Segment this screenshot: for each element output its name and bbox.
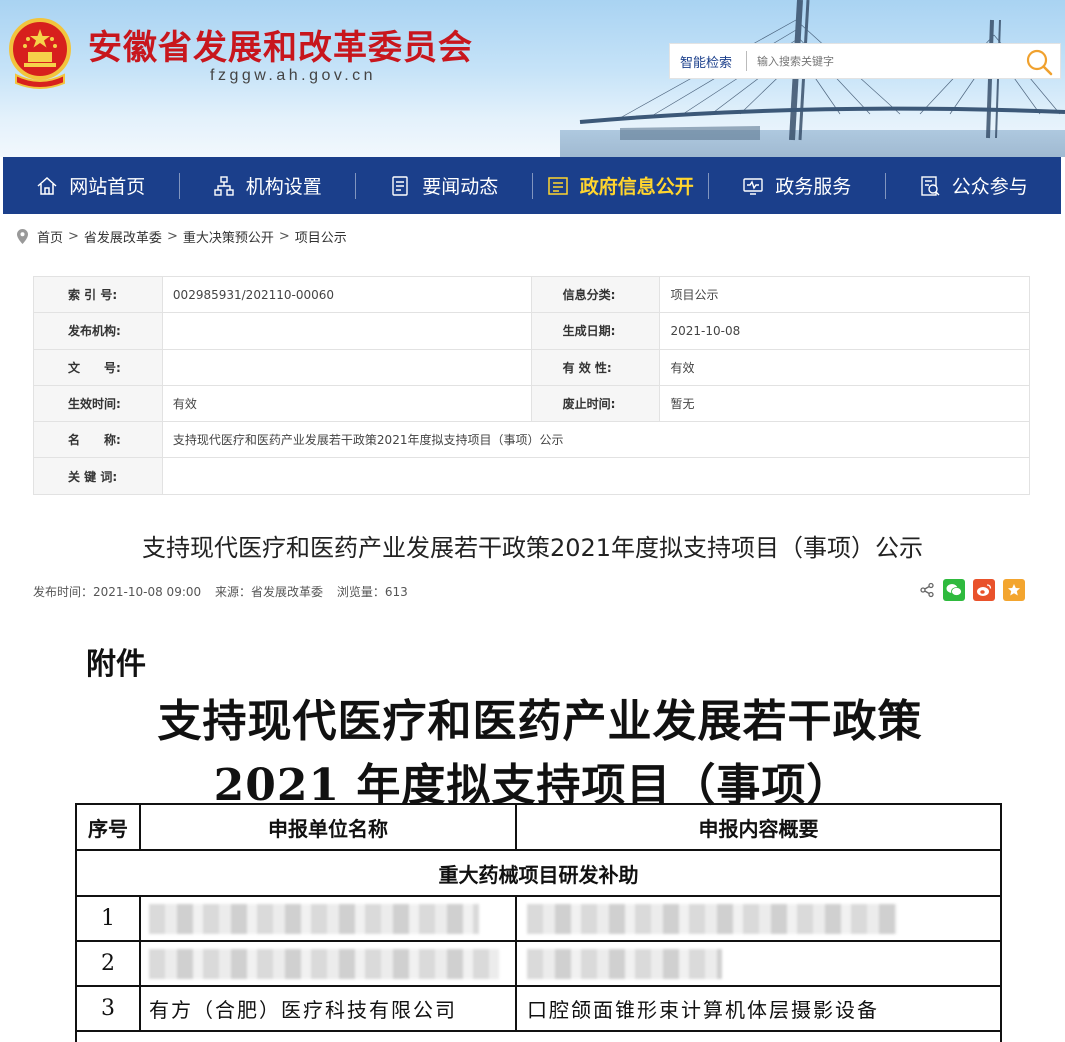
participation-icon <box>921 175 940 196</box>
nav-label: 网站首页 <box>69 176 146 198</box>
meta-value: 2021-10-08 <box>659 312 1030 350</box>
attachment-title-line1: 支持现代医疗和医药产业发展若干政策 <box>157 696 923 747</box>
view-count: 浏览量：613 <box>336 585 408 599</box>
table-row: 名 称: 支持现代医疗和医药产业发展若干政策2021年度拟支持项目（事项）公示 <box>33 421 1031 459</box>
publish-time: 发布时间：2021-10-08 09:00 <box>33 585 202 599</box>
national-emblem-icon <box>9 18 71 89</box>
nav-label: 政务服务 <box>775 176 852 198</box>
search-input[interactable] <box>757 54 1007 68</box>
meta-key: 关 键 词: <box>33 457 163 495</box>
attachment-image: 附件 支持现代医疗和医药产业发展若干政策 2021 年度拟支持项目（事项） 序号… <box>0 627 1065 1042</box>
section-title: 重大药械项目研发补助 <box>75 849 1002 897</box>
meta-key: 文 号: <box>33 348 163 386</box>
table-row: 生效时间: 有效 废止时间: 暂无 <box>33 384 1030 423</box>
applicant-name: 有方（合肥）医疗科技有限公司 <box>139 985 517 1032</box>
meta-key: 生效时间: <box>33 384 163 423</box>
project-table: 序号 申报单位名称 申报内容概要 重大药械项目研发补助 1 2 3 有方（合肥）… <box>75 803 1002 1032</box>
meta-value: 002985931/202110-00060 <box>161 275 532 314</box>
column-header: 序号 <box>75 803 141 851</box>
meta-key: 信息分类: <box>530 275 661 314</box>
table-row: 文 号: 有 效 性: 有效 <box>33 348 1030 386</box>
application-summary-redacted <box>515 940 1002 987</box>
meta-value: 支持现代医疗和医药产业发展若干政策2021年度拟支持项目（事项）公示 <box>161 421 1031 459</box>
search-box: 智能检索 <box>669 43 1061 79</box>
site-title: 安徽省发展和改革委员会 <box>88 28 473 68</box>
nav-label: 公众参与 <box>951 176 1028 198</box>
favorite-star-icon[interactable] <box>1003 579 1025 601</box>
breadcrumb-major-decisions[interactable]: 重大决策预公开 <box>183 227 274 246</box>
table-row: 3 有方（合肥）医疗科技有限公司 口腔颌面锥形束计算机体层摄影设备 <box>75 985 1002 1032</box>
location-pin-icon <box>17 229 28 244</box>
meta-value: 暂无 <box>659 384 1030 423</box>
meta-key: 索 引 号: <box>33 275 163 314</box>
table-row: 1 <box>75 895 1002 942</box>
meta-key: 废止时间: <box>530 384 661 423</box>
applicant-name-redacted <box>139 895 517 942</box>
meta-key: 名 称: <box>33 421 163 459</box>
share-bar <box>919 579 1025 601</box>
article-source: 来源：省发展改革委 <box>214 585 323 599</box>
attachment-label: 附件 <box>86 647 146 682</box>
article-title: 支持现代医疗和医药产业发展若干政策2021年度拟支持项目（事项）公示 <box>141 534 924 562</box>
site-domain: fzggw.ah.gov.cn <box>210 67 377 84</box>
document-meta-table: 索 引 号: 002985931/202110-00060 信息分类: 项目公示… <box>33 275 1031 495</box>
meta-value <box>161 348 532 386</box>
nav-gov-info-open[interactable]: 政府信息公开 <box>533 157 709 214</box>
column-header: 申报单位名称 <box>139 803 517 851</box>
meta-value <box>161 312 532 350</box>
breadcrumb: 首页 > 省发展改革委 > 重大决策预公开 > 项目公示 <box>17 227 347 246</box>
table-continuation <box>75 1030 1002 1042</box>
org-chart-icon <box>214 175 234 196</box>
meta-key: 生成日期: <box>530 312 661 350</box>
row-number: 1 <box>75 895 141 942</box>
table-header-row: 序号 申报单位名称 申报内容概要 <box>75 803 1002 851</box>
nav-label: 机构设置 <box>245 176 322 198</box>
table-row: 关 键 词: <box>33 457 1031 495</box>
application-summary-redacted <box>515 895 1002 942</box>
breadcrumb-separator: > <box>68 229 79 244</box>
meta-key: 发布机构: <box>33 312 163 350</box>
wechat-share-icon[interactable] <box>943 579 965 601</box>
table-row: 索 引 号: 002985931/202110-00060 信息分类: 项目公示 <box>33 275 1030 314</box>
home-icon <box>37 176 57 195</box>
search-icon[interactable] <box>1024 47 1054 77</box>
breadcrumb-home[interactable]: 首页 <box>37 227 63 246</box>
meta-value: 有效 <box>161 384 532 423</box>
search-divider <box>746 51 747 71</box>
meta-key: 有 效 性: <box>530 348 661 386</box>
table-row: 2 <box>75 940 1002 987</box>
nav-participation[interactable]: 公众参与 <box>886 157 1062 214</box>
row-number: 3 <box>75 985 141 1032</box>
breadcrumb-commission[interactable]: 省发展改革委 <box>84 227 162 246</box>
nav-news[interactable]: 要闻动态 <box>356 157 532 214</box>
monitor-icon <box>743 177 763 195</box>
nav-services[interactable]: 政务服务 <box>709 157 885 214</box>
section-row: 重大药械项目研发补助 <box>75 849 1002 897</box>
meta-value: 项目公示 <box>659 275 1030 314</box>
weibo-share-icon[interactable] <box>973 579 995 601</box>
application-summary: 口腔颌面锥形束计算机体层摄影设备 <box>515 985 1002 1032</box>
nav-organization[interactable]: 机构设置 <box>180 157 356 214</box>
applicant-name-redacted <box>139 940 517 987</box>
meta-value: 有效 <box>659 348 1030 386</box>
search-label: 智能检索 <box>680 55 733 71</box>
site-header: 安徽省发展和改革委员会 fzggw.ah.gov.cn 智能检索 <box>0 0 1065 157</box>
main-nav: 网站首页 机构设置 要闻动态 政府信息公开 政务服务 公众参与 <box>3 157 1061 214</box>
row-number: 2 <box>75 940 141 987</box>
nav-home[interactable]: 网站首页 <box>3 157 179 214</box>
nav-label: 要闻动态 <box>422 176 499 198</box>
meta-value <box>161 457 1031 495</box>
nav-label: 政府信息公开 <box>579 176 694 198</box>
breadcrumb-separator: > <box>278 229 290 244</box>
document-icon <box>547 176 568 195</box>
article-info: 发布时间：2021-10-08 09:00 来源：省发展改革委 浏览量：613 <box>33 583 418 600</box>
breadcrumb-separator: > <box>166 229 178 244</box>
column-header: 申报内容概要 <box>515 803 1002 851</box>
share-icon[interactable] <box>919 582 935 598</box>
news-icon <box>392 175 408 196</box>
table-row: 发布机构: 生成日期: 2021-10-08 <box>33 312 1030 350</box>
breadcrumb-project-notice[interactable]: 项目公示 <box>295 227 347 246</box>
